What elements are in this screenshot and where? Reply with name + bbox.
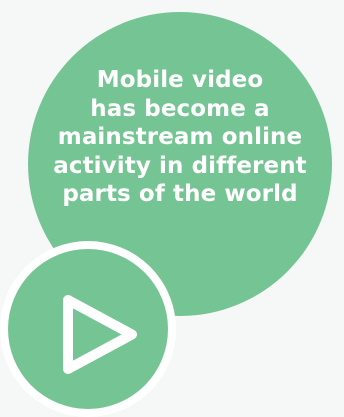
play-button [0,241,176,417]
infographic-card: Mobile video has become a mainstream onl… [0,0,344,417]
play-icon [63,295,137,374]
headline-line-1: Mobile video [96,67,264,93]
headline-text: Mobile video has become a mainstream onl… [48,66,312,209]
play-button-disc [8,249,168,409]
headline-line-3: mainstream online [57,124,303,150]
headline-line-5: parts of the world [62,181,298,207]
headline-line-4: activity in different [53,152,307,179]
headline-line-2: has become a [90,95,270,122]
